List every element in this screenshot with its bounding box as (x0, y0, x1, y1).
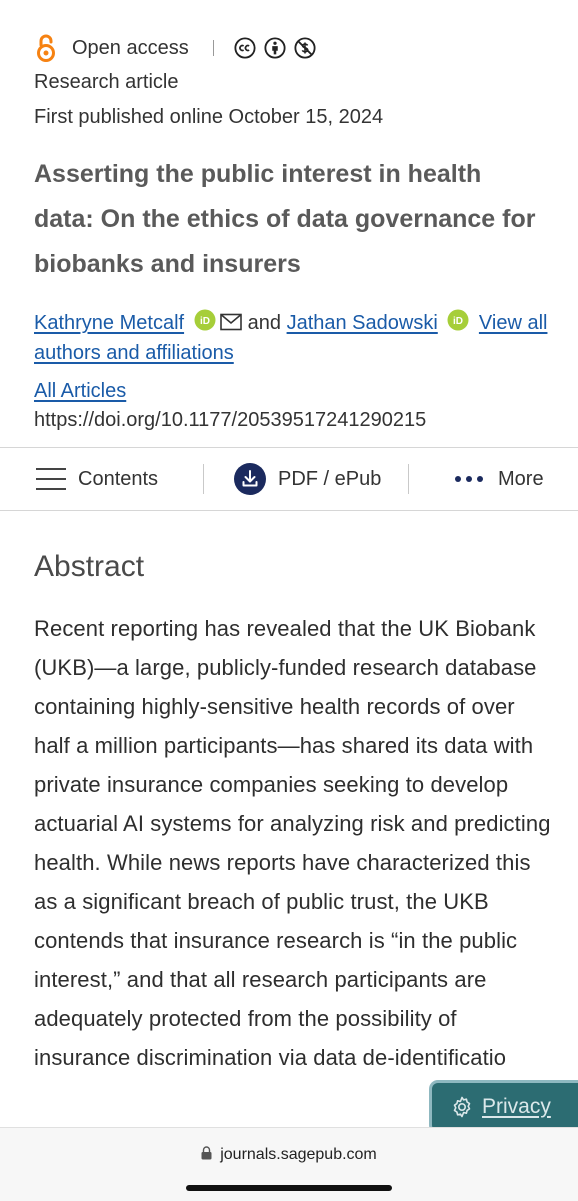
browser-address-bar[interactable]: journals.sagepub.com (0, 1127, 578, 1201)
open-access-icon (37, 34, 55, 62)
menu-icon (36, 468, 66, 490)
more-dots-icon (455, 476, 483, 482)
author-link[interactable]: Jathan Sadowski (287, 312, 438, 334)
authors-line: Kathryne Metcalf iD and Jathan Sadowski … (34, 308, 554, 368)
author-link[interactable]: Kathryne Metcalf (34, 312, 184, 334)
attribution-icon (264, 37, 286, 59)
more-button[interactable]: More (454, 448, 544, 510)
abstract-text: Recent reporting has revealed that the U… (34, 616, 551, 1070)
article-title: Asserting the public interest in health … (34, 160, 536, 278)
pdf-epub-label: PDF / ePub (278, 467, 382, 490)
pdf-epub-button[interactable]: PDF / ePub (234, 448, 381, 510)
abstract-heading: Abstract (34, 550, 145, 583)
all-articles-link[interactable]: All Articles (34, 380, 126, 403)
license-icons[interactable] (234, 37, 316, 59)
and-text: and (247, 312, 282, 334)
publication-date: First published online October 15, 2024 (34, 106, 384, 128)
access-row: Open access (34, 32, 316, 64)
gear-icon (453, 1096, 471, 1118)
open-access-label: Open access (72, 36, 189, 59)
noncommercial-icon (294, 37, 316, 59)
cc-icon (234, 37, 256, 59)
privacy-button[interactable]: Privacy (432, 1083, 578, 1131)
orcid-icon[interactable]: iD (447, 309, 469, 331)
url-display[interactable]: journals.sagepub.com (0, 1146, 578, 1164)
svg-text:iD: iD (200, 316, 210, 327)
home-indicator[interactable] (186, 1185, 392, 1191)
download-icon (234, 463, 266, 495)
article-type: Research article (34, 71, 179, 93)
toolbar-divider (203, 464, 204, 494)
contents-button[interactable]: Contents (34, 448, 158, 510)
url-text: journals.sagepub.com (220, 1146, 377, 1163)
article-toolbar: Contents PDF / ePub More (0, 447, 578, 511)
email-icon[interactable] (219, 313, 242, 331)
toolbar-divider (408, 464, 409, 494)
lock-icon (201, 1146, 212, 1160)
divider (212, 40, 214, 56)
svg-text:iD: iD (453, 316, 463, 327)
orcid-icon[interactable]: iD (194, 309, 216, 331)
more-label: More (498, 467, 544, 490)
doi[interactable]: https://doi.org/10.1177/2053951724129021… (34, 409, 426, 432)
contents-label: Contents (78, 467, 159, 490)
privacy-label: Privacy (482, 1095, 551, 1118)
